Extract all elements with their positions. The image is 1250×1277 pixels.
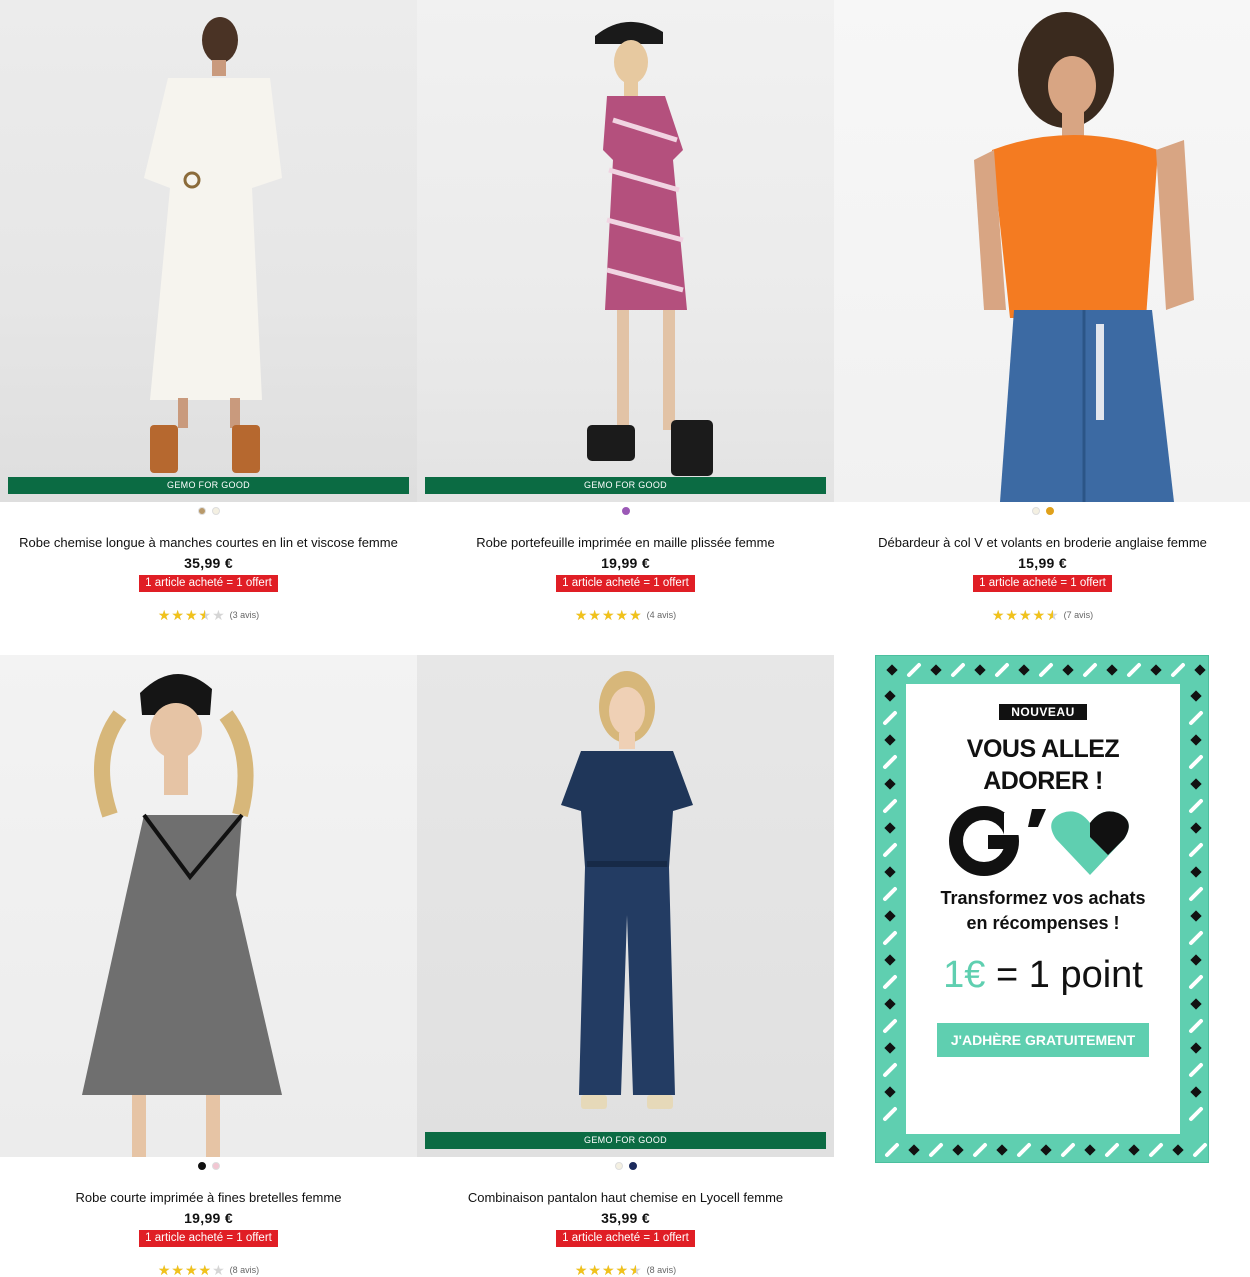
rating: ★★★★★★★★★★ (7 avis) (834, 608, 1250, 622)
star-rating-icon: ★★★★★★★★★★ (991, 607, 1060, 623)
review-count[interactable]: (8 avis) (647, 1265, 677, 1275)
promo-badge: 1 article acheté = 1 offert (973, 575, 1112, 592)
new-label: NOUVEAU (999, 704, 1087, 720)
product-card[interactable]: Débardeur à col V et volants en broderie… (834, 0, 1250, 622)
color-swatch[interactable] (1045, 507, 1054, 515)
model-orange-tank-top (974, 12, 1194, 502)
review-count[interactable]: (4 avis) (647, 610, 677, 620)
points-rule: 1€ = 1 point (943, 954, 1143, 996)
star-rating-icon: ★★★★★★★★★★ (574, 1262, 643, 1277)
g-heart-logo-icon (906, 805, 1180, 882)
color-swatch[interactable] (1031, 507, 1040, 515)
banner-headline: VOUS ALLEZ ADORER ! (966, 735, 1120, 795)
star-rating-icon: ★★★★★★★★★★ (157, 607, 226, 623)
gemo-for-good-badge: GEMO FOR GOOD (425, 477, 826, 494)
promo-badge: 1 article acheté = 1 offert (556, 575, 695, 592)
star-rating-icon: ★★★★★★★★★★ (157, 1262, 226, 1277)
review-count[interactable]: (7 avis) (1064, 610, 1094, 620)
product-title[interactable]: Combinaison pantalon haut chemise en Lyo… (417, 1190, 834, 1206)
color-swatches (417, 1158, 834, 1174)
color-swatch[interactable] (197, 507, 206, 515)
rating: ★★★★★★★★★★ (8 avis) (417, 1263, 834, 1277)
product-image[interactable] (0, 655, 417, 1157)
color-swatches (0, 503, 417, 519)
model-navy-jumpsuit (561, 671, 693, 1109)
model-printed-wrap-dress (587, 21, 713, 476)
product-title[interactable]: Robe courte imprimée à fines bretelles f… (0, 1190, 417, 1206)
join-free-button[interactable]: J'ADHÈRE GRATUITEMENT (936, 1023, 1150, 1057)
product-image[interactable] (834, 0, 1250, 502)
color-swatch[interactable] (211, 507, 220, 515)
color-swatch[interactable] (197, 1162, 206, 1170)
product-title[interactable]: Robe chemise longue à manches courtes en… (0, 535, 417, 551)
promo-badge: 1 article acheté = 1 offert (139, 575, 278, 592)
product-card[interactable]: GEMO FOR GOOD Combinaison pantalon haut … (417, 655, 834, 1277)
product-card[interactable]: GEMO FOR GOOD Robe chemise longue à manc… (0, 0, 417, 622)
review-count[interactable]: (3 avis) (230, 610, 260, 620)
color-swatch[interactable] (211, 1162, 220, 1170)
product-image[interactable]: GEMO FOR GOOD (417, 0, 834, 502)
promo-badge: 1 article acheté = 1 offert (139, 1230, 278, 1247)
rating: ★★★★★★★★★★ (3 avis) (0, 608, 417, 622)
gemo-for-good-badge: GEMO FOR GOOD (8, 477, 409, 494)
product-title[interactable]: Débardeur à col V et volants en broderie… (834, 535, 1250, 551)
color-swatch[interactable] (621, 507, 630, 515)
product-card[interactable]: Robe courte imprimée à fines bretelles f… (0, 655, 417, 1277)
color-swatches (834, 503, 1250, 519)
product-card[interactable]: GEMO FOR GOOD Robe portefeuille imprimée… (417, 0, 834, 622)
model-printed-strappy-dress (82, 673, 282, 1157)
product-title[interactable]: Robe portefeuille imprimée en maille pli… (417, 535, 834, 551)
product-image[interactable]: GEMO FOR GOOD (0, 0, 417, 502)
promo-badge: 1 article acheté = 1 offert (556, 1230, 695, 1247)
color-swatch[interactable] (628, 1162, 637, 1170)
product-price: 15,99 € (1018, 555, 1067, 571)
banner-subtitle: Transformez vos achats en récompenses ! (940, 888, 1146, 933)
review-count[interactable]: (8 avis) (230, 1265, 260, 1275)
product-price: 35,99 € (601, 1210, 650, 1226)
rating: ★★★★★ ★★★★★ (4 avis) (417, 608, 834, 622)
product-image[interactable]: GEMO FOR GOOD (417, 655, 834, 1157)
banner-card: NOUVEAU VOUS ALLEZ ADORER ! Transformez … (906, 684, 1180, 1134)
color-swatches (0, 1158, 417, 1174)
model-white-shirt-dress (144, 17, 282, 473)
color-swatches (417, 503, 834, 519)
rating: ★★★★★★★★★★ (8 avis) (0, 1263, 417, 1277)
product-price: 35,99 € (184, 555, 233, 571)
color-swatch[interactable] (614, 1162, 623, 1170)
product-price: 19,99 € (184, 1210, 233, 1226)
star-rating-icon: ★★★★★★★★★★ (574, 607, 643, 623)
gemo-for-good-badge: GEMO FOR GOOD (425, 1132, 826, 1149)
product-price: 19,99 € (601, 555, 650, 571)
loyalty-promo-banner[interactable]: NOUVEAU VOUS ALLEZ ADORER ! Transformez … (875, 655, 1209, 1163)
